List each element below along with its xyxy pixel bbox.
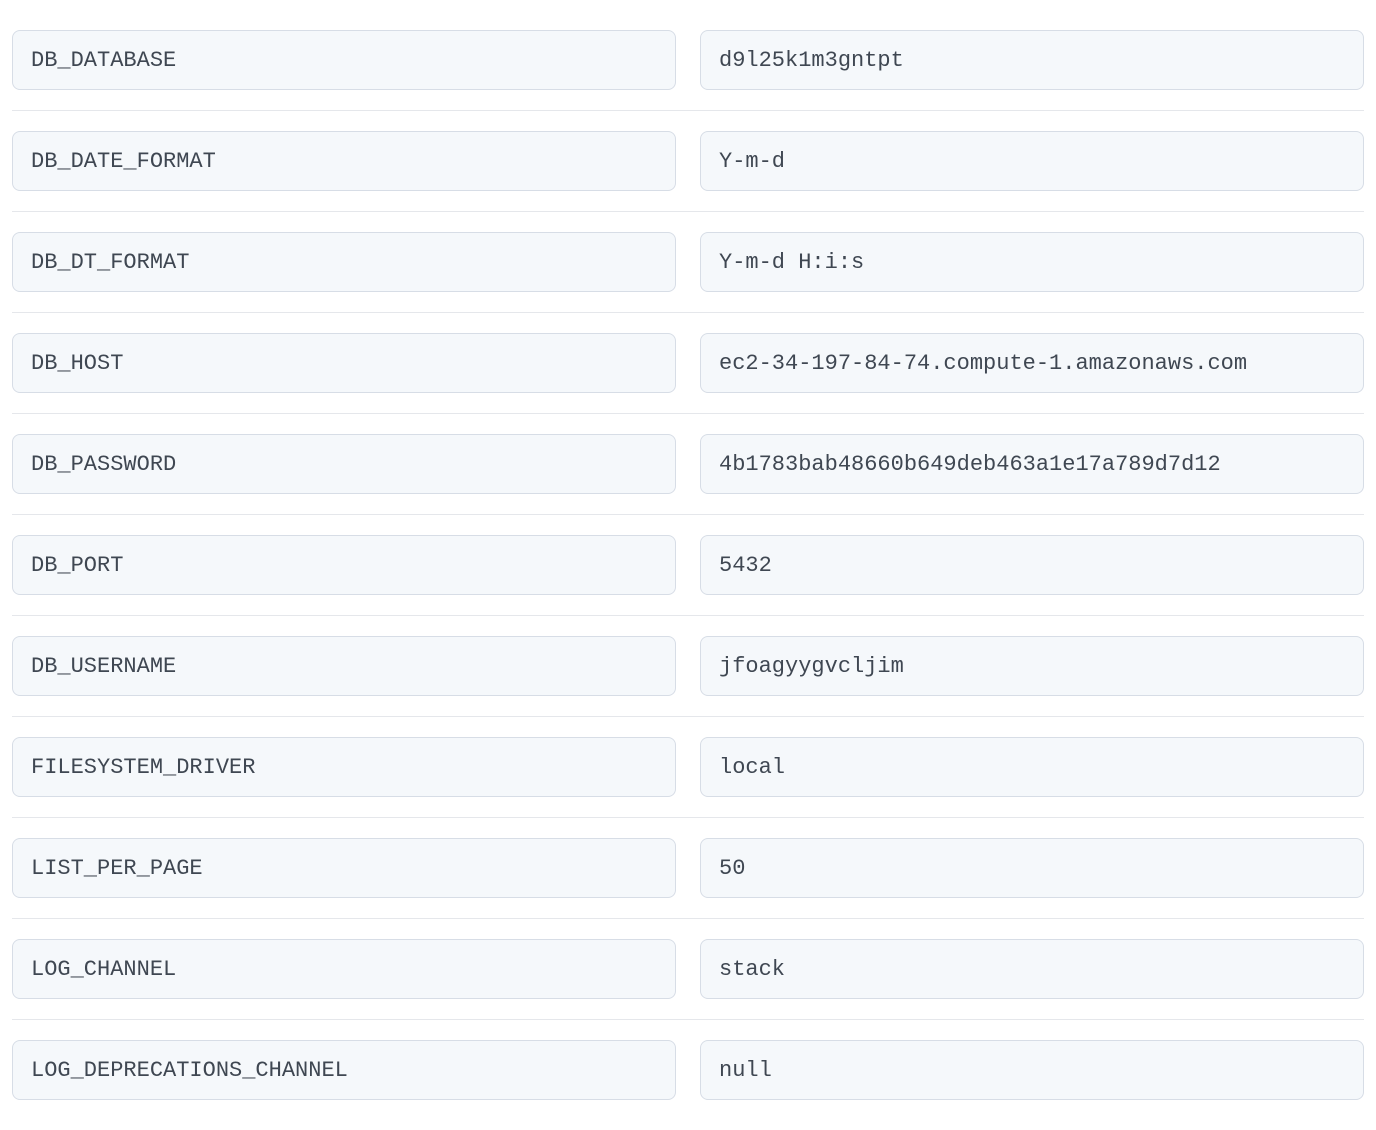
env-var-row bbox=[12, 212, 1364, 313]
env-key-cell bbox=[12, 838, 676, 898]
env-key-input[interactable] bbox=[12, 737, 676, 797]
env-var-row bbox=[12, 616, 1364, 717]
env-value-cell bbox=[700, 434, 1364, 494]
env-var-row bbox=[12, 515, 1364, 616]
env-key-input[interactable] bbox=[12, 333, 676, 393]
env-key-cell bbox=[12, 939, 676, 999]
env-value-input[interactable] bbox=[700, 737, 1364, 797]
env-key-input[interactable] bbox=[12, 1040, 676, 1100]
env-value-cell bbox=[700, 131, 1364, 191]
env-value-cell bbox=[700, 636, 1364, 696]
env-key-cell bbox=[12, 535, 676, 595]
env-key-input[interactable] bbox=[12, 636, 676, 696]
env-value-input[interactable] bbox=[700, 939, 1364, 999]
env-var-row bbox=[12, 10, 1364, 111]
env-value-cell bbox=[700, 1040, 1364, 1100]
env-value-input[interactable] bbox=[700, 131, 1364, 191]
env-value-cell bbox=[700, 737, 1364, 797]
env-var-list bbox=[12, 10, 1364, 1120]
env-key-input[interactable] bbox=[12, 939, 676, 999]
env-var-row bbox=[12, 111, 1364, 212]
env-value-input[interactable] bbox=[700, 434, 1364, 494]
env-value-cell bbox=[700, 838, 1364, 898]
env-key-cell bbox=[12, 737, 676, 797]
env-var-row bbox=[12, 818, 1364, 919]
env-value-cell bbox=[700, 939, 1364, 999]
env-key-input[interactable] bbox=[12, 30, 676, 90]
env-var-row bbox=[12, 919, 1364, 1020]
env-value-cell bbox=[700, 333, 1364, 393]
env-value-input[interactable] bbox=[700, 333, 1364, 393]
env-value-input[interactable] bbox=[700, 1040, 1364, 1100]
env-key-cell bbox=[12, 232, 676, 292]
env-key-input[interactable] bbox=[12, 838, 676, 898]
env-key-cell bbox=[12, 333, 676, 393]
env-value-input[interactable] bbox=[700, 535, 1364, 595]
env-key-cell bbox=[12, 1040, 676, 1100]
env-key-cell bbox=[12, 636, 676, 696]
env-value-cell bbox=[700, 232, 1364, 292]
env-value-input[interactable] bbox=[700, 838, 1364, 898]
env-var-row bbox=[12, 414, 1364, 515]
env-key-input[interactable] bbox=[12, 131, 676, 191]
env-value-input[interactable] bbox=[700, 30, 1364, 90]
env-var-row bbox=[12, 717, 1364, 818]
env-key-cell bbox=[12, 131, 676, 191]
env-key-cell bbox=[12, 30, 676, 90]
env-value-input[interactable] bbox=[700, 232, 1364, 292]
env-key-input[interactable] bbox=[12, 232, 676, 292]
env-value-input[interactable] bbox=[700, 636, 1364, 696]
env-var-row bbox=[12, 313, 1364, 414]
env-key-input[interactable] bbox=[12, 535, 676, 595]
env-var-row bbox=[12, 1020, 1364, 1120]
env-value-cell bbox=[700, 30, 1364, 90]
env-key-input[interactable] bbox=[12, 434, 676, 494]
env-value-cell bbox=[700, 535, 1364, 595]
env-key-cell bbox=[12, 434, 676, 494]
